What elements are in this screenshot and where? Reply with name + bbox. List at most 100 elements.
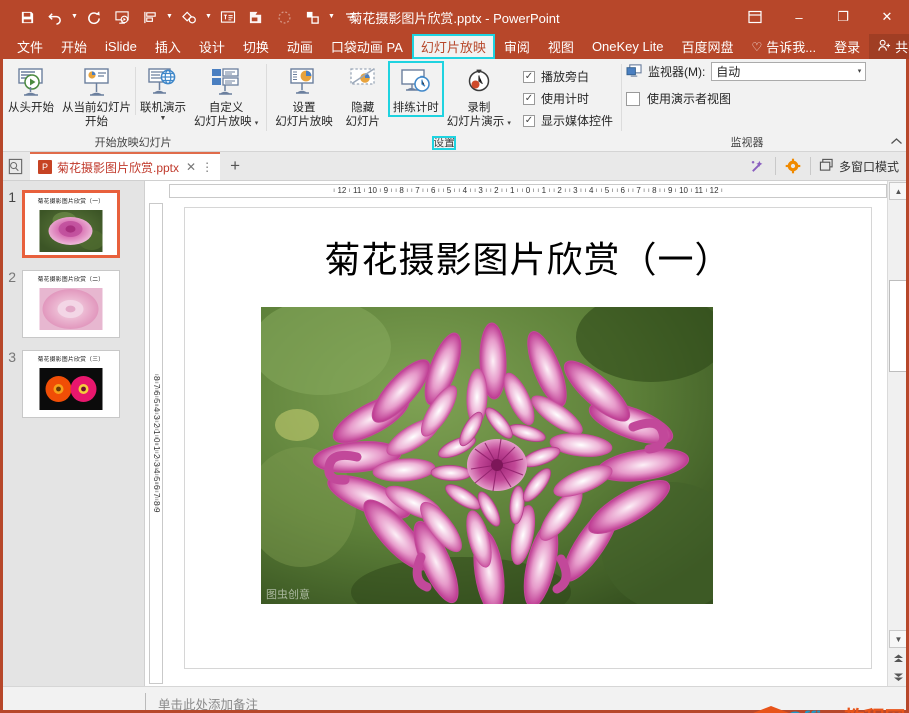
document-tab[interactable]: P 菊花摄影图片欣赏.pptx ✕ ⋮: [30, 152, 221, 180]
rehearse-timings-button[interactable]: 排练计时: [387, 61, 444, 117]
multi-window-mode-button[interactable]: 多窗口模式: [813, 152, 909, 180]
image-caption: 图虫创意: [266, 587, 310, 601]
checkbox-box: ✓: [522, 114, 535, 127]
group-icon[interactable]: [299, 5, 325, 29]
powerpoint-window: ▼ ▼ ▼ ▼ 菊花摄影图片欣赏.pptx - PowerPoint – ❐ ✕…: [0, 0, 909, 713]
monitor-row: 监视器(M): 自动 ▾: [626, 62, 867, 81]
close-icon[interactable]: ✕: [186, 160, 196, 174]
checkbox-box: ✓: [522, 92, 535, 105]
tab-menu-icon[interactable]: ⋮: [201, 160, 213, 174]
present-online-caret-icon[interactable]: ▼: [160, 115, 167, 122]
tab-transitions[interactable]: 切换: [234, 34, 278, 59]
vertical-ruler[interactable]: ı8ıı7 ıı6ıı5 ıı4ıı3 ıı2ıı1 ıı0ıı1 ıı2ıı3…: [149, 203, 163, 684]
custom-slideshow-caret-icon[interactable]: ▾: [255, 120, 259, 127]
share-button[interactable]: 共享: [869, 34, 909, 59]
undo-dropdown-caret-icon[interactable]: ▼: [70, 13, 79, 22]
sign-in-button[interactable]: 登录: [825, 34, 869, 59]
start-from-current-button[interactable]: 从当前幻灯片 开始: [58, 62, 135, 130]
tab-home[interactable]: 开始: [52, 34, 96, 59]
slide-thumbnail-1[interactable]: 1 菊花摄影图片欣赏（一）: [0, 190, 144, 270]
checkbox-show-media-controls-label: 显示媒体控件: [540, 114, 613, 128]
ribbon-display-options-icon[interactable]: [733, 0, 777, 34]
slide-title-text[interactable]: 菊花摄影图片欣赏（一）: [185, 231, 871, 283]
align-dropdown-caret-icon[interactable]: ▼: [165, 13, 174, 22]
checkbox-play-narrations-label: 播放旁白: [540, 70, 589, 84]
tab-file[interactable]: 文件: [8, 34, 52, 59]
new-slide-icon[interactable]: [243, 5, 269, 29]
new-tab-button[interactable]: +: [220, 152, 250, 180]
magic-wand-icon[interactable]: [743, 152, 773, 180]
tab-review[interactable]: 审阅: [495, 34, 539, 59]
maximize-button[interactable]: ❐: [821, 0, 865, 34]
rotate-icon: [271, 5, 297, 29]
slide-thumb-card[interactable]: 菊花摄影图片欣赏（二）: [22, 270, 120, 338]
share-label: 共享: [895, 40, 909, 55]
shapes-dropdown-caret-icon[interactable]: ▼: [204, 13, 213, 22]
save-icon[interactable]: [14, 5, 40, 29]
minimize-button[interactable]: –: [777, 0, 821, 34]
powerpoint-file-icon: P: [38, 160, 52, 174]
slide-thumb-card[interactable]: 菊花摄影图片欣赏（三）: [22, 350, 120, 418]
tab-animations[interactable]: 动画: [278, 34, 322, 59]
start-from-beginning-button[interactable]: 从头开始: [4, 62, 58, 116]
tab-design[interactable]: 设计: [190, 34, 234, 59]
checkbox-use-timings[interactable]: ✓ 使用计时: [522, 90, 613, 107]
custom-slideshow-button[interactable]: 自定义 幻灯片放映 ▾: [190, 62, 262, 130]
record-slideshow-label2: 幻灯片演示 ▾: [447, 115, 511, 129]
undo-icon[interactable]: [42, 5, 68, 29]
shapes-icon[interactable]: [176, 5, 202, 29]
checkbox-play-narrations[interactable]: ✓ 播放旁白: [522, 68, 613, 85]
tab-onekey-lite[interactable]: OneKey Lite: [583, 34, 673, 59]
collapse-ribbon-button[interactable]: [890, 137, 903, 149]
group-label-start-slideshow: 开始放映幻灯片: [94, 137, 172, 149]
slide-thumb-title: 菊花摄影图片欣赏（一）: [37, 198, 105, 205]
ruler-ticks: ı 12 ı 11 ı 10 ı9ıı8 ıı7ıı6 ıı5ıı4 ıı3ıı2 ıı1…: [333, 186, 723, 195]
start-from-beginning-icon: [14, 65, 48, 99]
chevron-down-icon: ▾: [857, 68, 862, 75]
document-tab-strip: P 菊花摄影图片欣赏.pptx ✕ ⋮ + 多窗口模式: [0, 152, 909, 181]
slide-thumbnail-3[interactable]: 3 菊花摄影图片欣赏（三）: [0, 350, 144, 430]
tab-pocket-animation[interactable]: 口袋动画 PA: [322, 34, 412, 59]
multi-window-icon: [819, 158, 834, 175]
redo-icon[interactable]: [81, 5, 107, 29]
tab-islide[interactable]: iSlide: [96, 34, 146, 59]
tell-me-box[interactable]: ♡ 告诉我...: [743, 34, 826, 59]
align-icon[interactable]: [137, 5, 163, 29]
multi-window-label: 多窗口模式: [838, 159, 899, 174]
text-box-icon[interactable]: [215, 5, 241, 29]
slide-thumbnail-2[interactable]: 2 菊花摄影图片欣赏（二）: [0, 270, 144, 350]
customize-qat-icon[interactable]: [338, 5, 364, 29]
slide-thumb-card[interactable]: 菊花摄影图片欣赏（一）: [22, 190, 120, 258]
present-online-button[interactable]: 联机演示 ▼: [136, 62, 190, 123]
present-online-label: 联机演示: [140, 102, 186, 114]
slide-number: 2: [8, 269, 16, 285]
slide-number: 1: [8, 189, 16, 205]
gear-icon[interactable]: [778, 152, 808, 180]
slide-image-pink-chrysanthemum[interactable]: 图虫创意: [261, 307, 713, 604]
document-list-icon[interactable]: [0, 152, 30, 180]
hide-slide-button[interactable]: 隐藏 幻灯片: [337, 62, 389, 130]
start-slideshow-icon[interactable]: [109, 5, 135, 29]
ribbon-tab-bar: 文件 开始 iSlide 插入 设计 切换 动画 口袋动画 PA 幻灯片放映 审…: [0, 34, 909, 59]
slide-canvas[interactable]: 菊花摄影图片欣赏（一） 图虫创意: [184, 207, 872, 669]
slide-thumb-image: [39, 288, 103, 330]
horizontal-ruler[interactable]: ı 12 ı 11 ı 10 ı9ıı8 ıı7ıı6 ıı5ıı4 ıı3ıı2 ıı1…: [169, 184, 887, 198]
slide-thumb-image: [39, 368, 103, 410]
checkbox-show-media-controls[interactable]: ✓ 显示媒体控件: [522, 112, 613, 129]
record-slideshow-button[interactable]: 录制 幻灯片演示 ▾: [443, 62, 515, 130]
tab-slideshow[interactable]: 幻灯片放映: [411, 34, 495, 59]
ruler-ticks: ı8ıı7 ıı6ıı5 ıı4ıı3 ıı2ıı1 ıı0ıı1 ıı2ıı3…: [152, 374, 161, 513]
slide-thumbnail-panel[interactable]: 1 菊花摄影图片欣赏（一） 2 菊花摄影图片欣赏（二） 3 菊花摄影图片欣赏（三…: [0, 181, 145, 686]
slide-thumb-title: 菊花摄影图片欣赏（三）: [37, 356, 105, 363]
tab-baidu-netdisk[interactable]: 百度网盘: [672, 34, 742, 59]
close-button[interactable]: ✕: [865, 0, 909, 34]
group-dropdown-caret-icon[interactable]: ▼: [327, 13, 336, 22]
monitor-select[interactable]: 自动 ▾: [711, 62, 867, 81]
tab-insert[interactable]: 插入: [146, 34, 190, 59]
notes-pane[interactable]: 单击此处添加备注: [0, 686, 909, 713]
checkbox-presenter-view[interactable]: ✓ 使用演示者视图: [625, 90, 866, 107]
tab-view[interactable]: 视图: [539, 34, 583, 59]
setup-slideshow-button[interactable]: 设置 幻灯片放映: [271, 62, 337, 130]
record-slideshow-caret-icon[interactable]: ▾: [507, 120, 511, 127]
document-tab-label: 菊花摄影图片欣赏.pptx: [57, 160, 180, 175]
